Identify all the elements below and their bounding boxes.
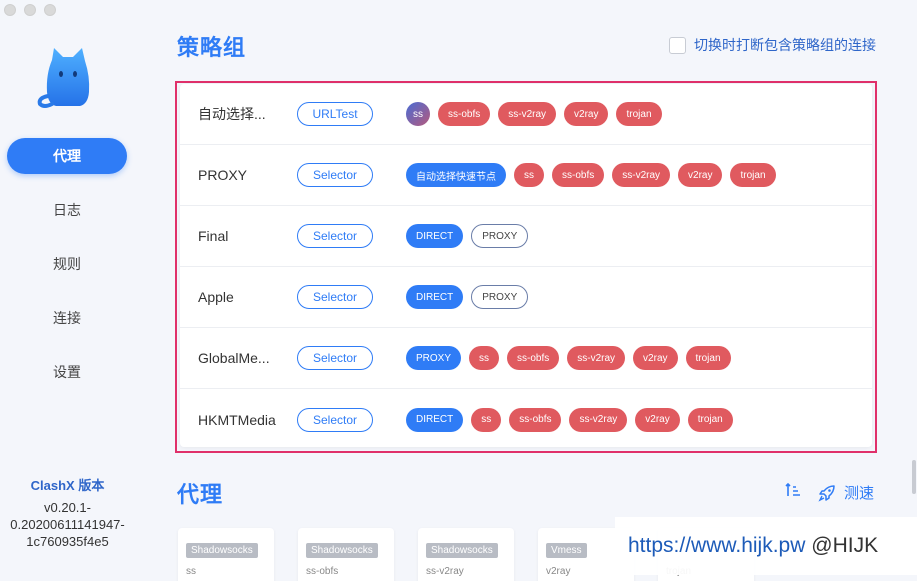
policy-group-name: 自动选择... xyxy=(198,106,266,122)
policy-groups-list: 自动选择... URLTest ss ss-obfs ss-v2ray v2ray troj… xyxy=(180,84,872,447)
proxy-card-name: v2ray xyxy=(546,566,571,577)
proxy-tag[interactable]: ss-v2ray xyxy=(498,102,557,126)
policy-group-type-button[interactable]: Selector xyxy=(297,285,373,309)
proxy-tag[interactable]: ss xyxy=(471,407,502,432)
proxy-card-name: ss-obfs xyxy=(306,566,339,577)
proxy-tag[interactable]: v2ray xyxy=(564,102,609,126)
proxy-tag[interactable]: 自动选择快速节点 xyxy=(406,163,506,187)
policy-group-row: Apple Selector DIRECT PROXY xyxy=(180,267,872,328)
policy-group-type-button[interactable]: Selector xyxy=(297,346,373,370)
watermark: https://www.hijk.pw @HIJK xyxy=(615,517,917,575)
policy-groups-panel: 自动选择... URLTest ss ss-obfs ss-v2ray v2ray troj… xyxy=(175,81,877,453)
interrupt-connections-checkbox[interactable] xyxy=(669,36,686,54)
policy-group-name: Apple xyxy=(198,289,234,305)
policy-group-name: HKMTMedia xyxy=(198,411,276,428)
version-title: ClashX 版本 xyxy=(30,478,105,493)
version-line-1: v0.20.1- xyxy=(44,500,91,515)
proxy-tags: DIRECT ss ss-obfs ss-v2ray v2ray trojan xyxy=(406,407,733,432)
proxy-tag[interactable]: DIRECT xyxy=(406,224,464,248)
policy-group-type-button[interactable]: Selector xyxy=(297,407,373,432)
policy-group-row: Final Selector DIRECT PROXY xyxy=(180,206,872,267)
proxy-tag[interactable]: ss-v2ray xyxy=(612,163,671,187)
speed-test-label: 测速 xyxy=(843,485,874,502)
minimize-window-button[interactable] xyxy=(24,4,36,16)
proxy-tag[interactable]: trojan xyxy=(730,163,776,187)
proxy-tags: 自动选择快速节点 ss ss-obfs ss-v2ray v2ray trojan xyxy=(406,163,776,187)
proxy-tag[interactable]: v2ray xyxy=(633,346,678,370)
sidebar-item-proxy[interactable]: 代理 xyxy=(7,138,127,174)
speed-test-button[interactable]: 测速 xyxy=(818,482,874,503)
policy-group-row: 自动选择... URLTest ss ss-obfs ss-v2ray v2ray troj… xyxy=(180,84,872,145)
proxy-card[interactable]: Shadowsocks ss xyxy=(178,528,274,581)
proxy-card-type-badge: Vmess xyxy=(546,543,587,558)
policy-group-type-button[interactable]: URLTest xyxy=(297,102,373,126)
proxy-card[interactable]: Shadowsocks ss-v2ray xyxy=(418,528,514,581)
proxy-tag[interactable]: ss-v2ray xyxy=(567,346,626,370)
policy-group-name: PROXY xyxy=(198,167,248,183)
proxy-tag[interactable]: PROXY xyxy=(471,224,529,248)
close-window-button[interactable] xyxy=(4,4,16,16)
policy-group-name: GlobalMe... xyxy=(198,350,270,366)
zoom-window-button[interactable] xyxy=(44,4,56,16)
version-line-3: 1c760935f4e5 xyxy=(26,534,109,549)
policy-group-type-button[interactable]: Selector xyxy=(297,224,373,248)
policy-group-row: PROXY Selector 自动选择快速节点 ss ss-obfs ss-v2ray v2… xyxy=(180,145,872,206)
proxy-card-type-badge: Shadowsocks xyxy=(426,543,498,558)
proxy-card-type-badge: Shadowsocks xyxy=(306,543,378,558)
interrupt-connections-label: 切换时打断包含策略组的连接 xyxy=(694,37,876,53)
policy-group-name: Final xyxy=(198,228,229,244)
proxy-tag[interactable]: ss-v2ray xyxy=(569,407,628,432)
proxy-card[interactable]: Shadowsocks ss-obfs xyxy=(298,528,394,581)
scrollbar[interactable] xyxy=(912,460,916,494)
sidebar: 代理 日志 规则 连接 设置 ClashX 版本 v0.20.1- 0.2020… xyxy=(0,0,135,581)
proxy-tag[interactable]: v2ray xyxy=(678,163,723,187)
main-content: 策略组 切换时打断包含策略组的连接 自动选择... URLTest ss ss-obf… xyxy=(135,0,917,581)
proxy-tags: DIRECT PROXY xyxy=(406,224,529,248)
proxy-tag[interactable]: ss xyxy=(469,346,500,370)
proxy-tag[interactable]: PROXY xyxy=(471,285,529,309)
proxy-tag[interactable]: ss-obfs xyxy=(552,163,605,187)
proxy-tag[interactable]: ss-obfs xyxy=(507,346,560,370)
window-controls xyxy=(4,4,56,16)
proxy-tag[interactable]: DIRECT xyxy=(406,407,464,432)
proxy-tags: DIRECT PROXY xyxy=(406,285,529,309)
proxy-tag[interactable]: DIRECT xyxy=(406,285,464,309)
section-title-policy-groups: 策略组 xyxy=(177,35,247,60)
proxy-tag[interactable]: ss-obfs xyxy=(438,102,491,126)
sidebar-item-connections[interactable]: 连接 xyxy=(7,300,127,336)
proxy-card-name: ss-v2ray xyxy=(426,566,464,577)
watermark-handle: @HIJK xyxy=(811,534,879,557)
policy-group-type-button[interactable]: Selector xyxy=(297,163,373,187)
proxy-tag[interactable]: ss-obfs xyxy=(509,407,562,432)
policy-group-row: GlobalMe... Selector PROXY ss ss-obfs ss-v2ra… xyxy=(180,328,872,389)
section-title-proxies: 代理 xyxy=(177,482,224,507)
proxy-tags: ss ss-obfs ss-v2ray v2ray trojan xyxy=(406,102,662,126)
sidebar-item-logs[interactable]: 日志 xyxy=(7,192,127,228)
policy-group-row: HKMTMedia Selector DIRECT ss ss-obfs ss-v2ray… xyxy=(180,389,872,450)
clashx-cat-logo xyxy=(37,48,90,108)
rocket-icon xyxy=(818,484,835,502)
proxy-tag[interactable]: ss xyxy=(514,163,544,187)
sidebar-item-settings[interactable]: 设置 xyxy=(7,354,127,390)
proxy-card-type-badge: Shadowsocks xyxy=(186,543,258,558)
version-line-2: 0.20200611141947- xyxy=(10,517,125,532)
sidebar-item-rules[interactable]: 规则 xyxy=(7,246,127,282)
proxy-tag[interactable]: ss xyxy=(406,102,430,126)
sort-icon[interactable] xyxy=(785,482,801,498)
proxy-tag[interactable]: PROXY xyxy=(406,346,462,370)
proxy-tag[interactable]: trojan xyxy=(687,407,733,432)
proxy-tag[interactable]: trojan xyxy=(616,102,662,126)
watermark-url: https://www.hijk.pw xyxy=(628,534,806,557)
proxy-tag[interactable]: v2ray xyxy=(635,407,680,432)
proxy-tags: PROXY ss ss-obfs ss-v2ray v2ray trojan xyxy=(406,346,731,370)
proxy-tag[interactable]: trojan xyxy=(685,346,731,370)
interrupt-connections-toggle[interactable]: 切换时打断包含策略组的连接 xyxy=(669,35,876,55)
proxy-card-name: ss xyxy=(186,566,196,577)
